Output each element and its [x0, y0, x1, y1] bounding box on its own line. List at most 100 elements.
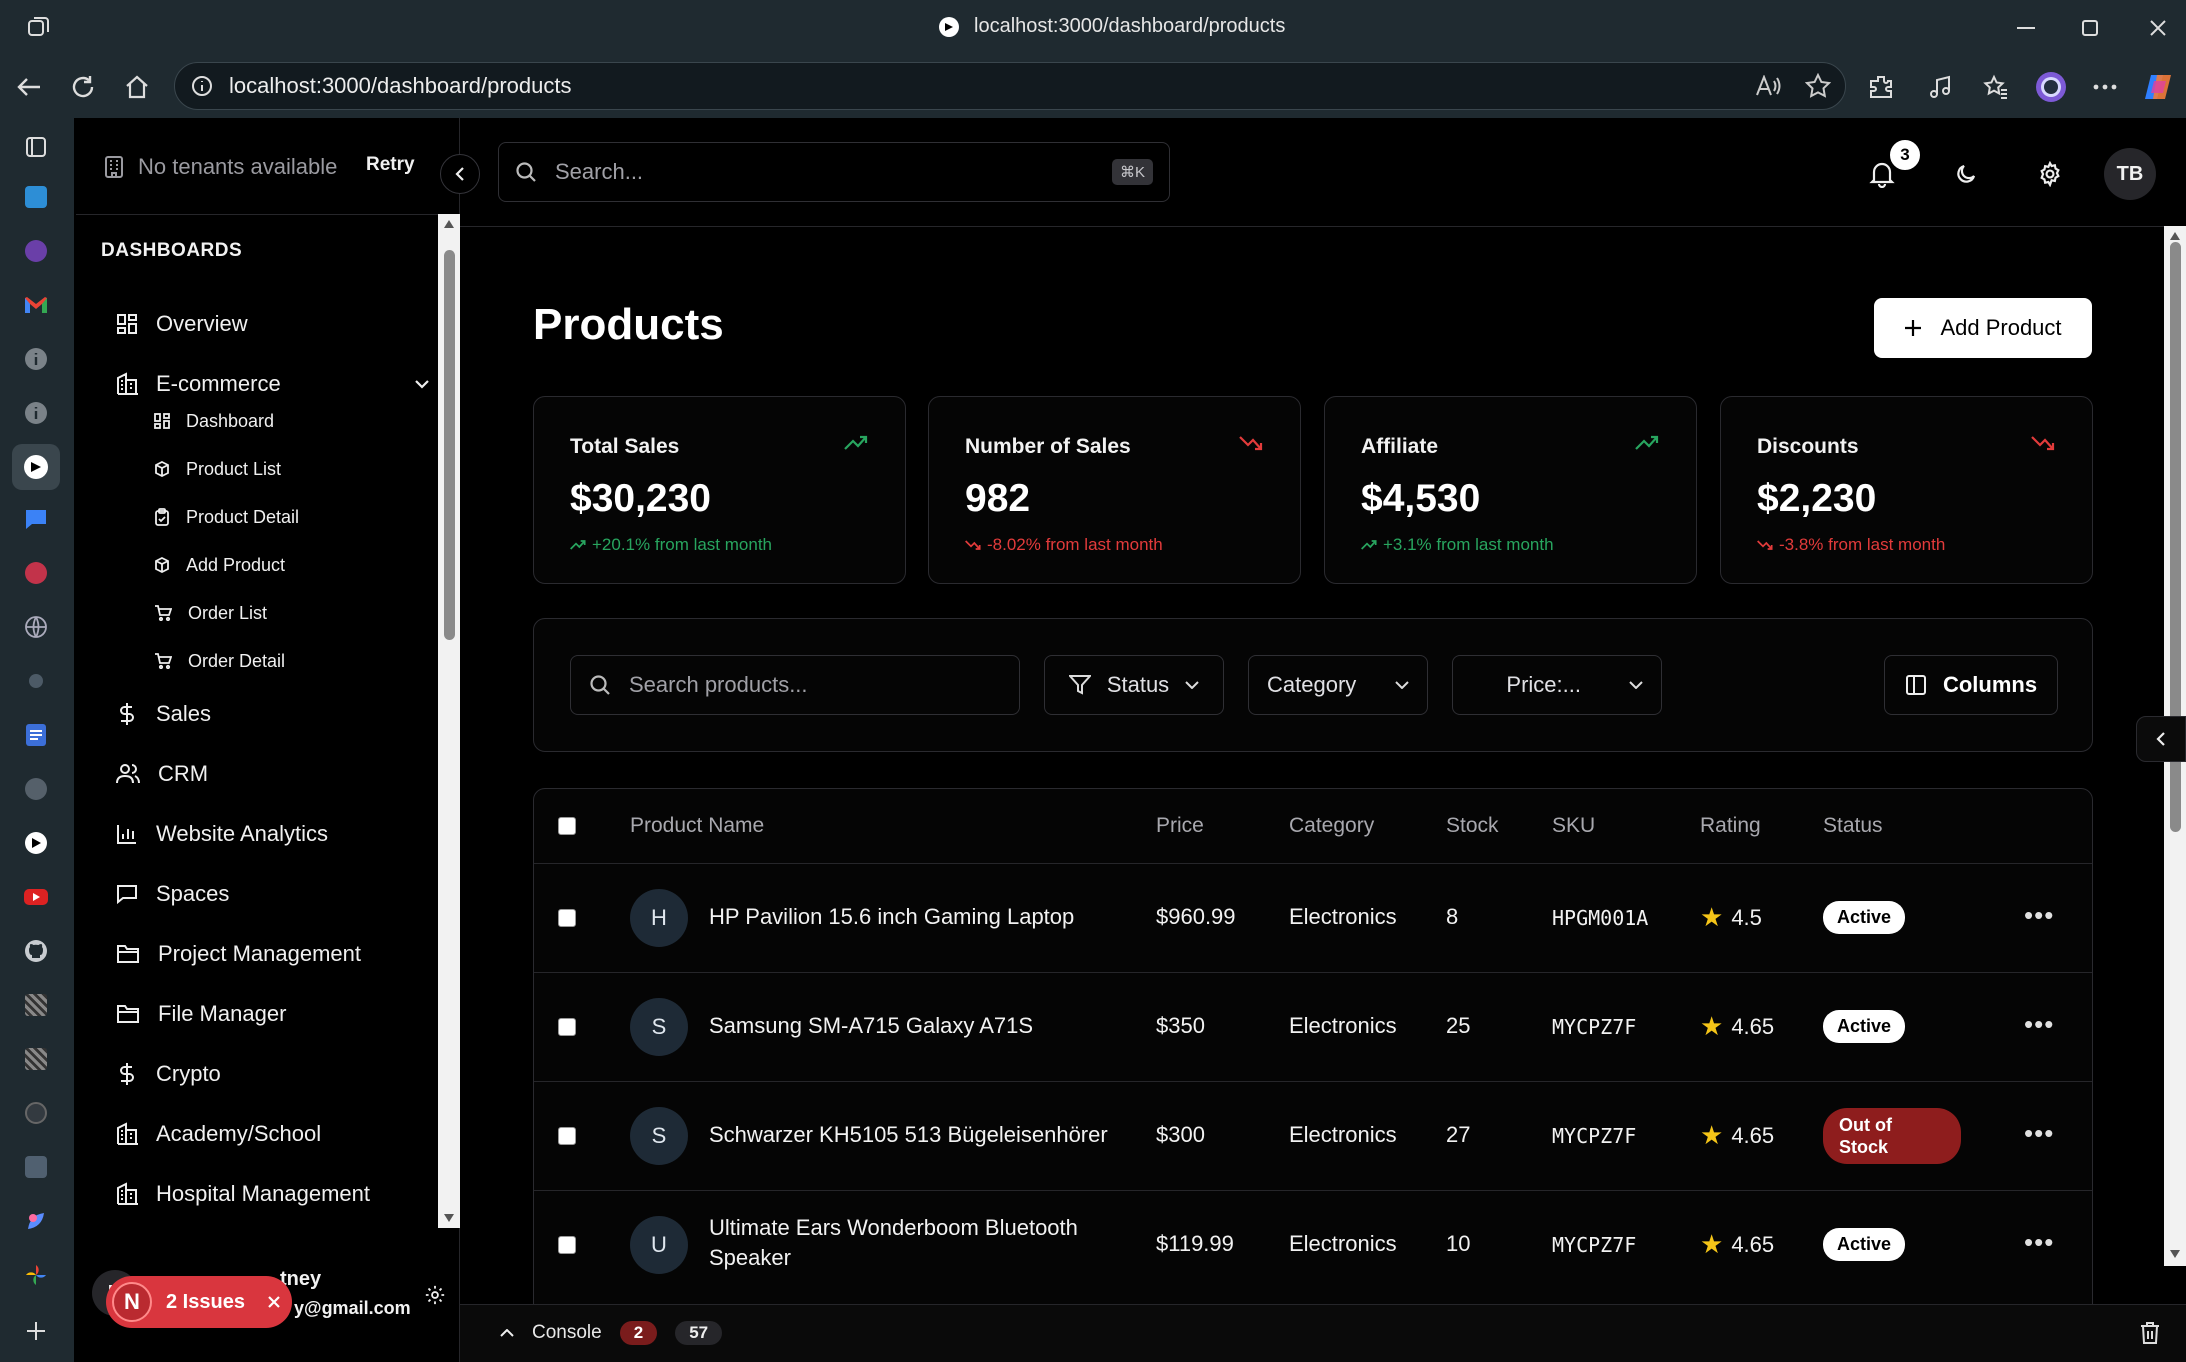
media-icon[interactable]: [1924, 70, 1958, 104]
user-avatar[interactable]: TB: [2104, 148, 2156, 200]
active-tab-icon[interactable]: [12, 444, 60, 490]
tab-favicon-icon[interactable]: [19, 1096, 53, 1130]
tab-favicon-icon[interactable]: [19, 1204, 53, 1238]
info-icon[interactable]: [19, 342, 53, 376]
gmail-icon[interactable]: [19, 288, 53, 322]
profile-icon[interactable]: [2034, 70, 2068, 104]
product-search-input[interactable]: Search products...: [570, 655, 1020, 715]
tab-favicon-icon[interactable]: [19, 180, 53, 214]
price-filter-select[interactable]: Price:...: [1452, 655, 1662, 715]
row-checkbox[interactable]: [558, 1018, 576, 1036]
address-bar[interactable]: localhost:3000/dashboard/products: [174, 62, 1846, 110]
close-icon[interactable]: [267, 1295, 281, 1309]
copilot-icon[interactable]: [2142, 70, 2176, 104]
product-name[interactable]: Ultimate Ears Wonderboom Bluetooth Speak…: [709, 1213, 1078, 1273]
tenant-selector[interactable]: No tenants available: [104, 154, 337, 180]
sidebar-item-crm[interactable]: CRM: [116, 756, 208, 792]
console-toggle[interactable]: Console 2 57: [500, 1321, 723, 1345]
reload-icon[interactable]: [66, 70, 100, 104]
table-row[interactable]: U Ultimate Ears Wonderboom Bluetooth Spe…: [534, 1191, 2092, 1299]
tab-favicon-icon[interactable]: [19, 664, 53, 698]
column-header-product-name[interactable]: Product Name: [630, 789, 764, 863]
side-panel-toggle[interactable]: [2136, 716, 2186, 762]
table-row[interactable]: S Samsung SM-A715 Galaxy A71S $350 Elect…: [534, 973, 2092, 1081]
sidebar-scroll-thumb[interactable]: [444, 250, 455, 640]
sidebar-item-crypto[interactable]: Crypto: [116, 1056, 221, 1092]
row-actions-more-icon[interactable]: •••: [2024, 1009, 2054, 1040]
sidebar-item-ecommerce[interactable]: E-commerce: [116, 366, 430, 402]
close-window-icon[interactable]: [2138, 12, 2178, 44]
select-all-checkbox[interactable]: [558, 789, 576, 863]
tab-favicon-icon[interactable]: [19, 826, 53, 860]
read-aloud-icon[interactable]: [1755, 75, 1781, 97]
global-search-input[interactable]: Search... ⌘K: [498, 142, 1170, 202]
column-header-price[interactable]: Price: [1156, 789, 1204, 863]
row-checkbox[interactable]: [558, 909, 576, 927]
row-actions-more-icon[interactable]: •••: [2024, 1118, 2054, 1149]
column-header-status[interactable]: Status: [1823, 789, 1883, 863]
sidebar-item-spaces[interactable]: Spaces: [116, 876, 229, 912]
sidebar-subitem-product-list[interactable]: Product List: [154, 454, 281, 484]
extensions-icon[interactable]: [1864, 70, 1898, 104]
workspaces-icon[interactable]: [26, 14, 52, 40]
product-name[interactable]: Samsung SM-A715 Galaxy A71S: [709, 1013, 1033, 1039]
sidebar-item-academy-school[interactable]: Academy/School: [116, 1116, 321, 1152]
sidebar-subitem-add-product[interactable]: Add Product: [154, 550, 285, 580]
tab-favicon-icon[interactable]: [19, 988, 53, 1022]
scroll-up-arrow-icon[interactable]: [444, 220, 454, 228]
home-icon[interactable]: [120, 70, 154, 104]
site-info-icon[interactable]: [191, 75, 213, 97]
table-row[interactable]: S Schwarzer KH5105 513 Bügeleisenhörer $…: [534, 1082, 2092, 1190]
photos-icon[interactable]: [19, 1258, 53, 1292]
scroll-down-arrow-icon[interactable]: [444, 1214, 454, 1222]
column-header-sku[interactable]: SKU: [1552, 789, 1595, 863]
row-actions-more-icon[interactable]: •••: [2024, 1227, 2054, 1258]
collapse-sidebar-button[interactable]: [440, 154, 480, 194]
address-text[interactable]: localhost:3000/dashboard/products: [229, 73, 571, 99]
sidebar-subitem-order-detail[interactable]: Order Detail: [154, 646, 285, 676]
retry-button[interactable]: Retry: [366, 154, 415, 176]
collections-icon[interactable]: [1979, 70, 2013, 104]
product-name[interactable]: Schwarzer KH5105 513 Bügeleisenhörer: [709, 1122, 1108, 1148]
sidebar-subitem-product-detail[interactable]: Product Detail: [154, 502, 299, 532]
settings-gear-icon[interactable]: [2030, 154, 2070, 194]
sidebar-item-sales[interactable]: Sales: [116, 696, 211, 732]
new-tab-plus-icon[interactable]: [19, 1314, 53, 1348]
column-header-stock[interactable]: Stock: [1446, 789, 1499, 863]
row-checkbox[interactable]: [558, 1127, 576, 1145]
youtube-icon[interactable]: [19, 880, 53, 914]
console-bar[interactable]: Console 2 57: [460, 1304, 2186, 1362]
issues-badge[interactable]: N 2 Issues: [106, 1276, 292, 1328]
chat-icon[interactable]: [19, 502, 53, 536]
info-icon[interactable]: [19, 396, 53, 430]
category-filter-select[interactable]: Category: [1248, 655, 1428, 715]
docs-icon[interactable]: [19, 718, 53, 752]
tab-actions-icon[interactable]: [19, 130, 53, 164]
back-icon[interactable]: [12, 70, 46, 104]
gear-icon[interactable]: [424, 1284, 446, 1306]
more-menu-icon[interactable]: [2088, 70, 2122, 104]
scroll-down-arrow-icon[interactable]: [2170, 1250, 2180, 1258]
tab-favicon-icon[interactable]: [19, 556, 53, 590]
sidebar-item-file-manager[interactable]: File Manager: [116, 996, 286, 1032]
row-checkbox[interactable]: [558, 1236, 576, 1254]
dark-mode-moon-icon[interactable]: [1946, 154, 1986, 194]
tab-favicon-icon[interactable]: [19, 1150, 53, 1184]
favorite-star-icon[interactable]: [1805, 73, 1831, 99]
scroll-up-arrow-icon[interactable]: [2170, 232, 2180, 240]
sidebar-item-hospital-management[interactable]: Hospital Management: [116, 1176, 370, 1212]
status-filter-button[interactable]: Status: [1044, 655, 1224, 715]
sidebar-item-website-analytics[interactable]: Website Analytics: [116, 816, 328, 852]
product-name[interactable]: HP Pavilion 15.6 inch Gaming Laptop: [709, 904, 1074, 930]
tab-favicon-icon[interactable]: [19, 1042, 53, 1076]
chevron-down-icon[interactable]: [414, 379, 430, 389]
column-header-rating[interactable]: Rating: [1700, 789, 1761, 863]
columns-button[interactable]: Columns: [1884, 655, 2058, 715]
github-icon[interactable]: [19, 934, 53, 968]
maximize-icon[interactable]: [2070, 12, 2110, 44]
trash-icon[interactable]: [2140, 1321, 2160, 1345]
add-product-button[interactable]: Add Product: [1874, 298, 2092, 358]
minimize-icon[interactable]: [2006, 12, 2046, 44]
row-actions-more-icon[interactable]: •••: [2024, 900, 2054, 931]
sidebar-subitem-dashboard[interactable]: Dashboard: [154, 406, 274, 436]
